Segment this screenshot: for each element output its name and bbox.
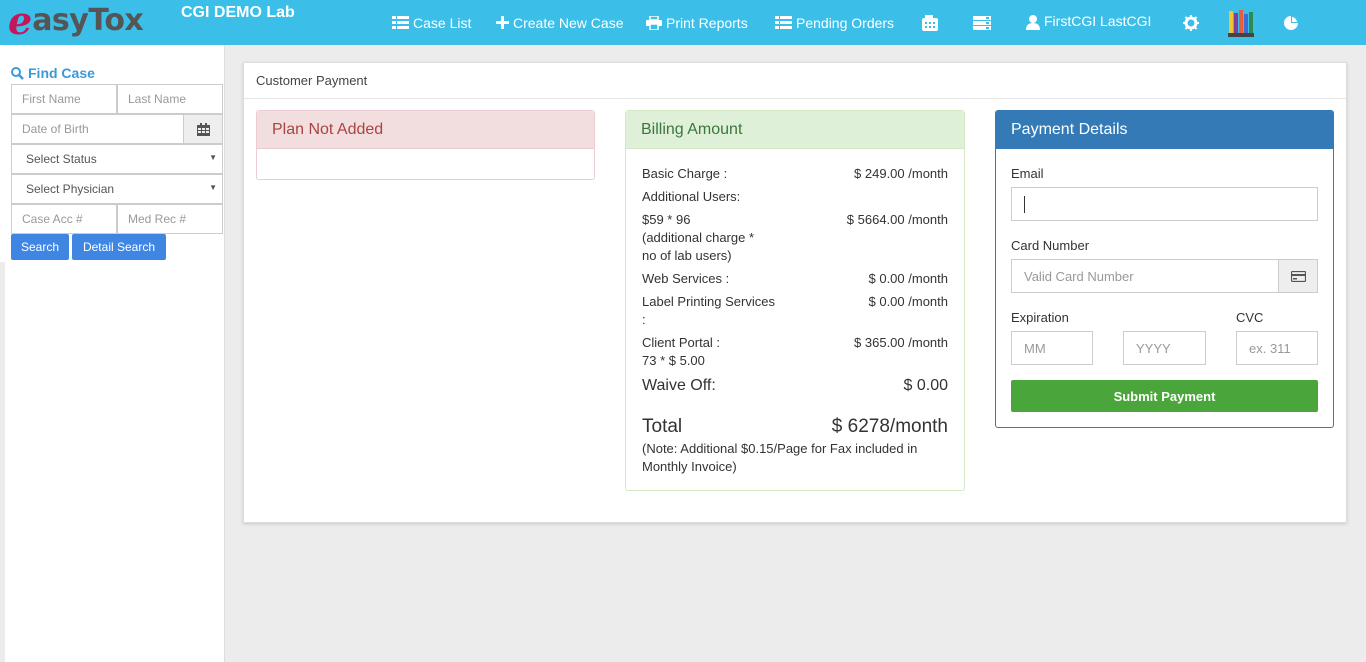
panel-title: Customer Payment [244, 63, 1346, 99]
search-button[interactable]: Search [11, 234, 69, 260]
cvc-input[interactable]: ex. 311 [1236, 331, 1318, 365]
books-icon[interactable] [1227, 0, 1255, 45]
nav-print-reports-label: Print Reports [666, 14, 748, 31]
nav-create-new-case-label: Create New Case [513, 14, 624, 31]
billing-heading: Billing Amount [626, 111, 964, 149]
expiration-label: Expiration [1011, 310, 1069, 325]
fax-note-line1: (Note: Additional $0.15/Page for Fax inc… [642, 441, 918, 456]
client-portal-value: $ 365.00 /month [854, 335, 948, 350]
total-value: $ 6278/month [831, 416, 948, 437]
pie-chart-icon[interactable] [1281, 0, 1301, 45]
med-rec-placeholder: Med Rec # [128, 212, 187, 226]
print-icon [646, 15, 662, 30]
sidebar-gap [0, 262, 5, 662]
logo-e: e [8, 0, 33, 43]
label-printing-line2: : [642, 312, 646, 327]
exp-year-input[interactable]: YYYY [1123, 331, 1206, 365]
status-select[interactable]: Select Status ▼ [11, 144, 223, 174]
cvc-placeholder: ex. 311 [1249, 340, 1291, 356]
nav-pending-orders[interactable]: Pending Orders [775, 0, 894, 45]
last-name-placeholder: Last Name [128, 92, 187, 106]
web-services-label: Web Services : [642, 271, 730, 286]
nav-pending-orders-label: Pending Orders [796, 14, 895, 31]
calendar-button[interactable] [183, 114, 223, 144]
user-icon [1026, 15, 1040, 30]
case-acc-placeholder: Case Acc # [22, 212, 83, 226]
basic-charge-value: $ 249.00 /month [854, 166, 948, 181]
exp-month-input[interactable]: MM [1011, 331, 1093, 365]
nav-case-list-label: Case List [413, 14, 472, 31]
plan-card: Plan Not Added [256, 110, 595, 180]
physician-select-value: Select Physician [26, 182, 115, 196]
logo-text: asyTox [32, 3, 144, 38]
text-cursor [1024, 195, 1025, 213]
payment-heading: Payment Details [996, 111, 1333, 149]
additional-users-label: Additional Users: [642, 189, 741, 204]
list-icon [775, 15, 792, 29]
card-number-input[interactable]: Valid Card Number [1011, 259, 1279, 293]
waive-off-value: $ 0.00 [903, 377, 948, 394]
users-calc-line1: $59 * 96 [642, 212, 691, 227]
lab-name: CGI DEMO Lab [181, 4, 295, 21]
list-icon [392, 15, 409, 29]
label-printing-line1: Label Printing Services [642, 294, 775, 309]
server-icon[interactable] [971, 0, 993, 45]
top-navbar: e asyTox CGI DEMO Lab Case List Create Ne… [0, 0, 1366, 45]
credit-card-icon [1290, 270, 1306, 282]
detail-search-button[interactable]: Detail Search [72, 234, 166, 260]
nav-case-list[interactable]: Case List [392, 0, 471, 45]
nav-user-menu[interactable]: FirstCGI LastCGI [1026, 0, 1151, 45]
waive-off-label: Waive Off: [642, 377, 716, 394]
search-icon [11, 66, 24, 80]
calendar-icon [196, 122, 210, 136]
status-select-value: Select Status [26, 152, 97, 166]
first-name-placeholder: First Name [22, 92, 81, 106]
dob-input[interactable]: Date of Birth [11, 114, 184, 144]
total-label: Total [642, 416, 683, 437]
cvc-label: CVC [1236, 310, 1264, 325]
email-label: Email [1011, 166, 1044, 181]
exp-month-placeholder: MM [1024, 340, 1046, 356]
credit-card-button [1278, 259, 1318, 293]
first-name-input[interactable]: First Name [11, 84, 117, 114]
find-case-heading: Find Case [11, 65, 95, 81]
plan-heading: Plan Not Added [257, 111, 594, 149]
easytox-logo[interactable]: e asyTox [8, 0, 144, 43]
plus-icon [496, 16, 509, 29]
exp-year-placeholder: YYYY [1136, 340, 1171, 356]
dropdown-arrow-icon: ▼ [209, 153, 217, 162]
find-case-label: Find Case [28, 65, 95, 81]
med-rec-input[interactable]: Med Rec # [117, 204, 223, 234]
billing-card: Billing Amount Basic Charge : $ 249.00 /… [625, 110, 965, 491]
web-services-value: $ 0.00 /month [868, 271, 949, 286]
client-portal-line2: 73 * $ 5.00 [642, 353, 705, 368]
users-calc-line3: no of lab users) [642, 248, 732, 263]
physician-select[interactable]: Select Physician ▼ [11, 174, 223, 204]
card-number-placeholder: Valid Card Number [1024, 268, 1134, 284]
basic-charge-label: Basic Charge : [642, 166, 728, 181]
card-number-label: Card Number [1011, 238, 1090, 253]
fax-icon[interactable] [919, 0, 941, 45]
label-printing-value: $ 0.00 /month [868, 294, 949, 309]
user-name: FirstCGI LastCGI [1044, 12, 1152, 29]
nav-print-reports[interactable]: Print Reports [646, 0, 748, 45]
last-name-input[interactable]: Last Name [117, 84, 223, 114]
dob-placeholder: Date of Birth [22, 122, 89, 136]
case-acc-input[interactable]: Case Acc # [11, 204, 117, 234]
email-field[interactable] [1011, 187, 1318, 221]
dropdown-arrow-icon: ▼ [209, 183, 217, 192]
submit-payment-button[interactable]: Submit Payment [1011, 380, 1318, 412]
nav-create-new-case[interactable]: Create New Case [496, 0, 624, 45]
client-portal-line1: Client Portal : [642, 335, 721, 350]
gear-icon[interactable] [1181, 0, 1201, 45]
fax-note-line2: Monthly Invoice) [642, 459, 737, 474]
users-value: $ 5664.00 /month [846, 212, 948, 227]
users-calc-line2: (additional charge * [642, 230, 755, 245]
